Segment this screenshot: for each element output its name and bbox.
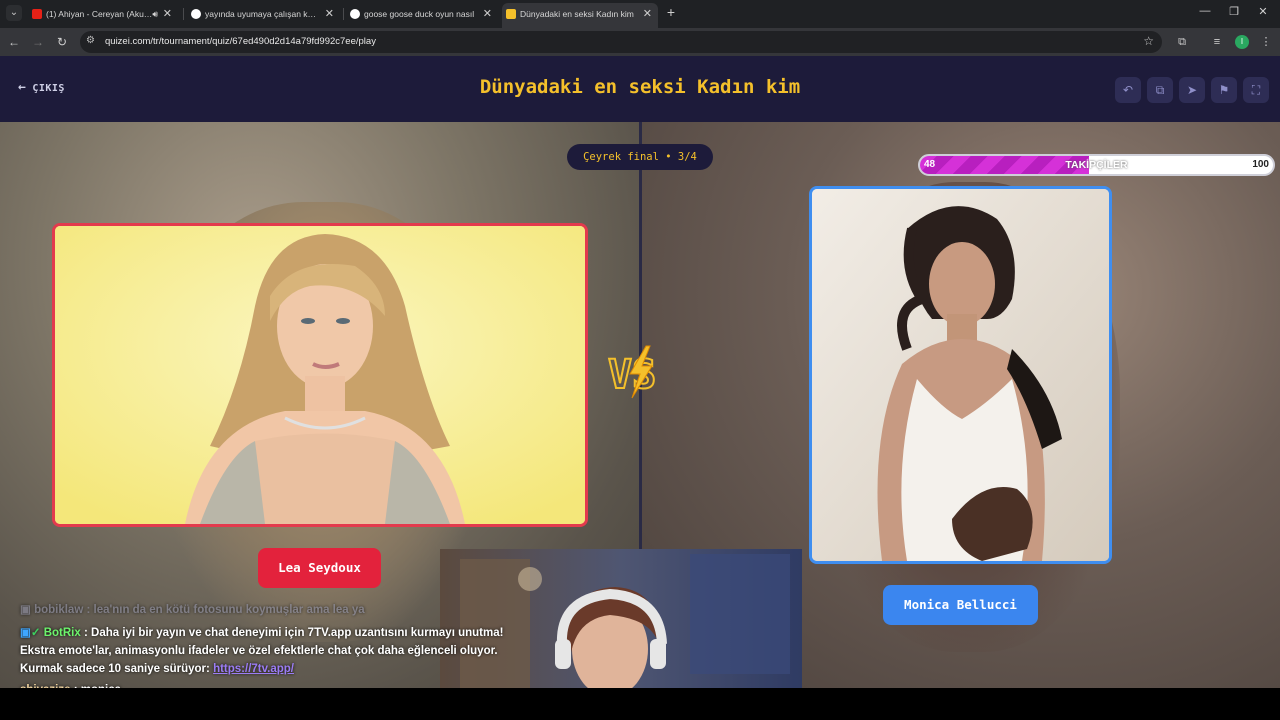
quiz-page: ← ÇIKIŞ Dünyadaki en seksi Kadın kim ↶ ⧉ … — [0, 56, 1280, 688]
black-bottom-strip — [0, 688, 1280, 720]
close-window-icon[interactable]: ✕ — [1256, 5, 1270, 18]
site-info-icon[interactable]: ⚙ — [86, 35, 95, 46]
copy-icon: ⧉ — [1155, 83, 1165, 97]
flag-icon: ⚑ — [1218, 83, 1230, 97]
left-candidate-vote-button[interactable]: Lea Seydoux — [258, 548, 381, 588]
media-controls-icon[interactable]: ≡ — [1209, 34, 1225, 50]
tab-title: (1) Ahiyan - Cereyan (Akustik) — [46, 9, 156, 19]
speaker-icon[interactable]: 🔊︎ — [152, 3, 158, 25]
chat-username: bobiklaw — [34, 604, 84, 616]
match-arena: Çeyrek final • 3/4 48 TAKİPÇİLER 100 VS … — [0, 122, 1280, 688]
extensions-icon[interactable]: ⧉ — [1174, 34, 1190, 50]
close-tab-icon[interactable]: ✕ — [325, 3, 334, 25]
chat-link[interactable]: https://7tv.app/ — [213, 663, 294, 675]
menu-kebab-icon[interactable]: ⋮ — [1258, 34, 1274, 50]
share-button[interactable]: ➤ — [1179, 77, 1205, 103]
fullscreen-button[interactable]: ⛶ — [1243, 77, 1269, 103]
chat-badge-icon: ▣ — [20, 604, 35, 616]
chat-text: lea'nın da en kötü fotosunu koymuşlar am… — [93, 604, 365, 616]
undo-button[interactable]: ↶ — [1115, 77, 1141, 103]
tab-title: Dünyadaki en seksi Kadın kim — [520, 9, 634, 19]
google-icon — [191, 9, 201, 19]
round-badge: Çeyrek final • 3/4 — [567, 144, 713, 170]
back-icon[interactable]: ← — [6, 34, 22, 50]
address-bar[interactable]: ⚙ quizei.com/tr/tournament/quiz/67ed490d… — [80, 31, 1162, 53]
page-title: Dünyadaki en seksi Kadın kim — [479, 76, 801, 98]
send-icon: ➤ — [1186, 83, 1198, 97]
tab-google-1[interactable]: yayında uyumaya çalışan kadın ✕ — [187, 3, 340, 25]
close-tab-icon[interactable]: ✕ — [163, 3, 172, 25]
tab-google-2[interactable]: goose goose duck oyun nasıl ✕ — [346, 3, 498, 25]
tab-youtube[interactable]: (1) Ahiyan - Cereyan (Akustik) 🔊︎ ✕ — [28, 3, 178, 25]
report-button[interactable]: ⚑ — [1211, 77, 1237, 103]
new-tab-icon[interactable]: + — [664, 4, 678, 20]
quizei-icon — [506, 9, 516, 19]
right-candidate-photo — [812, 189, 1109, 561]
google-icon — [350, 9, 360, 19]
browser-toolbar: ← → ↻ ⚙ quizei.com/tr/tournament/quiz/67… — [0, 28, 1280, 56]
copy-button[interactable]: ⧉ — [1147, 77, 1173, 103]
tab-separator — [183, 8, 184, 20]
chat-message: ▣ bobiklaw : lea'nın da en kötü fotosunu… — [20, 604, 365, 616]
undo-icon: ↶ — [1122, 83, 1134, 97]
tab-title: goose goose duck oyun nasıl — [364, 9, 475, 19]
left-candidate-card[interactable] — [52, 223, 588, 527]
reload-icon[interactable]: ↻ — [54, 34, 70, 50]
chat-username: BotRix — [43, 627, 81, 639]
url-text[interactable]: quizei.com/tr/tournament/quiz/67ed490d2d… — [105, 31, 376, 53]
tab-search-dropdown-icon[interactable]: ⌄ — [6, 5, 22, 21]
right-candidate-card[interactable] — [809, 186, 1112, 564]
profile-avatar[interactable]: I — [1235, 35, 1249, 49]
browser-tab-bar: ⌄ (1) Ahiyan - Cereyan (Akustik) 🔊︎ ✕ ya… — [0, 0, 1280, 28]
restore-icon[interactable]: ❐ — [1227, 5, 1241, 18]
tab-title: yayında uyumaya çalışan kadın — [205, 9, 318, 19]
verified-badge-icon: ✓ — [30, 627, 44, 639]
left-candidate-photo — [55, 226, 585, 524]
tab-quizei-active[interactable]: Dünyadaki en seksi Kadın kim ✕ — [502, 3, 658, 28]
minimize-icon[interactable]: — — [1198, 5, 1212, 17]
tab-separator — [343, 8, 344, 20]
close-tab-icon[interactable]: ✕ — [483, 3, 492, 25]
bookmark-star-icon[interactable]: ☆ — [1143, 34, 1154, 48]
chat-message: shivazize : monica — [20, 681, 121, 688]
followers-progress-bar: 48 TAKİPÇİLER 100 — [918, 154, 1275, 176]
followers-label: TAKİPÇİLER — [1065, 159, 1128, 171]
followers-goal: 100 — [1252, 159, 1269, 170]
fullscreen-icon: ⛶ — [1251, 83, 1261, 97]
forward-icon[interactable]: → — [30, 34, 46, 50]
chat-message: ▣✓ BotRix : Daha iyi bir yayın ve chat d… — [20, 627, 504, 675]
svg-text:VS: VS — [608, 352, 656, 398]
vs-emblem: VS — [607, 345, 657, 399]
quiz-header: ← ÇIKIŞ Dünyadaki en seksi Kadın kim ↶ ⧉ … — [0, 56, 1280, 122]
youtube-icon — [32, 9, 42, 19]
right-candidate-vote-button[interactable]: Monica Bellucci — [883, 585, 1038, 625]
close-tab-icon[interactable]: ✕ — [643, 3, 652, 25]
bot-badge-icon: ▣ — [20, 627, 31, 639]
